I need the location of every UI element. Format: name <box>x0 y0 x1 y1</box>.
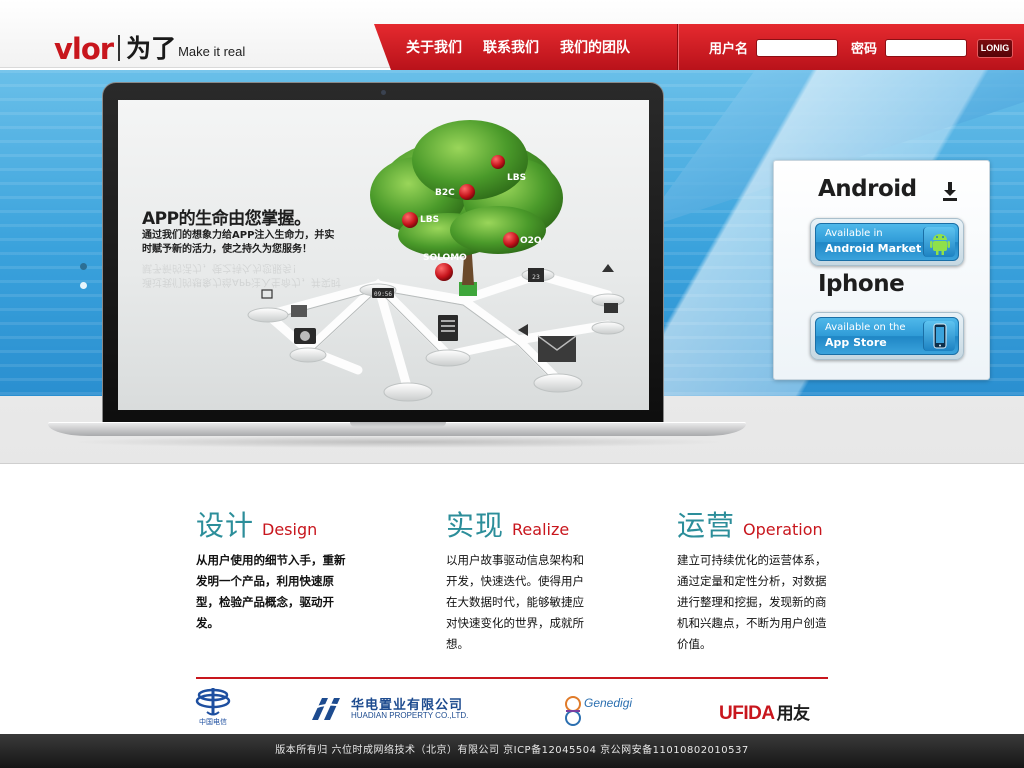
slider-dot-2[interactable] <box>80 282 87 289</box>
partner-genedigi[interactable]: Genedigi <box>560 694 640 728</box>
clock-text: 09:56 <box>374 291 392 298</box>
app-store-button[interactable]: Available on the App Store <box>810 312 964 360</box>
feature-realize-title-cn: 实现 <box>446 509 505 542</box>
apple <box>503 232 519 248</box>
username-input[interactable] <box>756 39 838 57</box>
slider-dot-1[interactable] <box>80 263 87 270</box>
android-btn-line1: Available in <box>825 228 883 239</box>
screen-headline: APP的生命由您掌握。 <box>142 209 311 229</box>
logo-divider <box>118 35 121 61</box>
main-nav: 关于我们 联系我们 我们的团队 <box>406 37 630 57</box>
laptop-camera <box>381 90 386 95</box>
calendar-text: 23 <box>532 274 540 281</box>
tree-label-lbs-top: LBS <box>507 173 526 183</box>
site-logo[interactable]: vlor 为了 Make it real <box>54 30 245 64</box>
laptop-screen: 09:56 23 B2C LBS LBS O2O SOLOMO APP的生命由您… <box>118 100 649 410</box>
genedigi-logo-icon <box>565 696 581 726</box>
android-market-inner: Available in Android Market <box>815 223 959 261</box>
partners-divider <box>196 677 828 679</box>
tree-label-solomo: SOLOMO <box>423 253 467 263</box>
feature-operation: 运营 Operation 建立可持续优化的运营体系，通过定量和定性分析，对数据进… <box>677 504 827 655</box>
nav-our-team[interactable]: 我们的团队 <box>560 37 630 57</box>
android-btn-line2: Android Market <box>825 242 922 255</box>
android-title: Android <box>818 176 917 202</box>
feature-operation-text: 建立可持续优化的运营体系，通过定量和定性分析，对数据进行整理和挖掘，发现新的商机… <box>677 553 827 651</box>
feature-design: 设计 Design 从用户使用的细节入手，重新发明一个产品，利用快速原型，检验产… <box>196 504 346 634</box>
partner-ufida[interactable]: UFIDA 用友 <box>719 699 810 725</box>
chart-icon <box>261 289 273 299</box>
apple <box>402 212 418 228</box>
logo-chinese: 为了 <box>126 34 177 63</box>
ufida-name-cn: 用友 <box>776 704 811 724</box>
login-button[interactable]: LONIG <box>977 39 1013 58</box>
feature-design-text: 从用户使用的细节入手，重新发明一个产品，利用快速原型，检验产品概念，驱动开发。 <box>196 553 346 630</box>
laptop-notch <box>350 422 446 427</box>
android-robot-icon <box>930 234 950 255</box>
nav-divider <box>677 24 678 70</box>
screen-subtitle-reflection: 通过我们的想象力给APP注入生命力，并实时赋予新的活力，使之持久为您服务！ <box>142 262 341 287</box>
china-telecom-text: 中国电信 <box>199 718 227 726</box>
nav-contact-us[interactable]: 联系我们 <box>483 37 539 57</box>
logo-tagline: Make it real <box>178 44 246 59</box>
download-arrow-icon[interactable] <box>942 182 958 202</box>
iphone-title: Iphone <box>818 271 905 297</box>
apple <box>459 184 475 200</box>
tree-label-lbs: LBS <box>420 215 439 225</box>
footer-copyright: 版本所有归 六位时成网络技术（北京）有限公司 京ICP备12045504 京公网… <box>275 745 749 756</box>
site-footer: 版本所有归 六位时成网络技术（北京）有限公司 京ICP备12045504 京公网… <box>0 734 1024 768</box>
appstore-btn-line1: Available on the <box>825 322 906 333</box>
laptop-shadow <box>70 436 726 448</box>
feature-operation-title-en: Operation <box>743 520 823 539</box>
partner-china-telecom[interactable]: 中国电信 <box>194 684 232 728</box>
nav-about-us[interactable]: 关于我们 <box>406 37 462 57</box>
username-label: 用户名 <box>709 42 749 57</box>
android-icon-box <box>923 227 955 257</box>
huadian-logo-icon <box>309 698 343 720</box>
photo-icon <box>291 305 307 317</box>
password-input[interactable] <box>885 39 967 57</box>
apple <box>491 155 505 169</box>
feature-realize-text: 以用户故事驱动信息架构和开发，快速迭代。使得用户在大数据时代，能够敏捷应对快速变… <box>446 553 584 651</box>
password-label: 密码 <box>851 42 878 57</box>
notepad-icon <box>438 315 458 341</box>
ufida-name: UFIDA <box>719 703 775 724</box>
tree-label-b2c: B2C <box>435 188 455 198</box>
logo-brand: vlor <box>54 32 114 66</box>
huadian-name-en: HUADIAN PROPERTY CO.,LTD. <box>351 711 469 720</box>
bell-icon <box>602 264 614 272</box>
feature-design-title-en: Design <box>262 520 318 539</box>
appstore-btn-line2: App Store <box>825 336 887 349</box>
android-market-button[interactable]: Available in Android Market <box>810 218 964 266</box>
iphone-icon <box>933 323 947 349</box>
iphone-icon-box <box>923 321 955 351</box>
feature-realize: 实现 Realize 以用户故事驱动信息架构和开发，快速迭代。使得用户在大数据时… <box>446 504 594 655</box>
apple <box>435 263 453 281</box>
app-store-inner: Available on the App Store <box>815 317 959 355</box>
movie-camera-icon <box>604 303 618 313</box>
feature-realize-title-en: Realize <box>512 520 570 539</box>
genedigi-name: Genedigi <box>584 696 633 710</box>
china-telecom-logo-icon <box>195 688 231 716</box>
partner-huadian[interactable]: 华电置业有限公司 HUADIAN PROPERTY CO.,LTD. <box>308 694 488 724</box>
feature-design-title-cn: 设计 <box>196 509 255 542</box>
feature-operation-title-cn: 运营 <box>677 509 736 542</box>
tree-label-o2o: O2O <box>520 236 542 246</box>
screen-subtitle: 通过我们的想象力给APP注入生命力，并实时赋予新的活力，使之持久为您服务！ <box>142 230 335 255</box>
